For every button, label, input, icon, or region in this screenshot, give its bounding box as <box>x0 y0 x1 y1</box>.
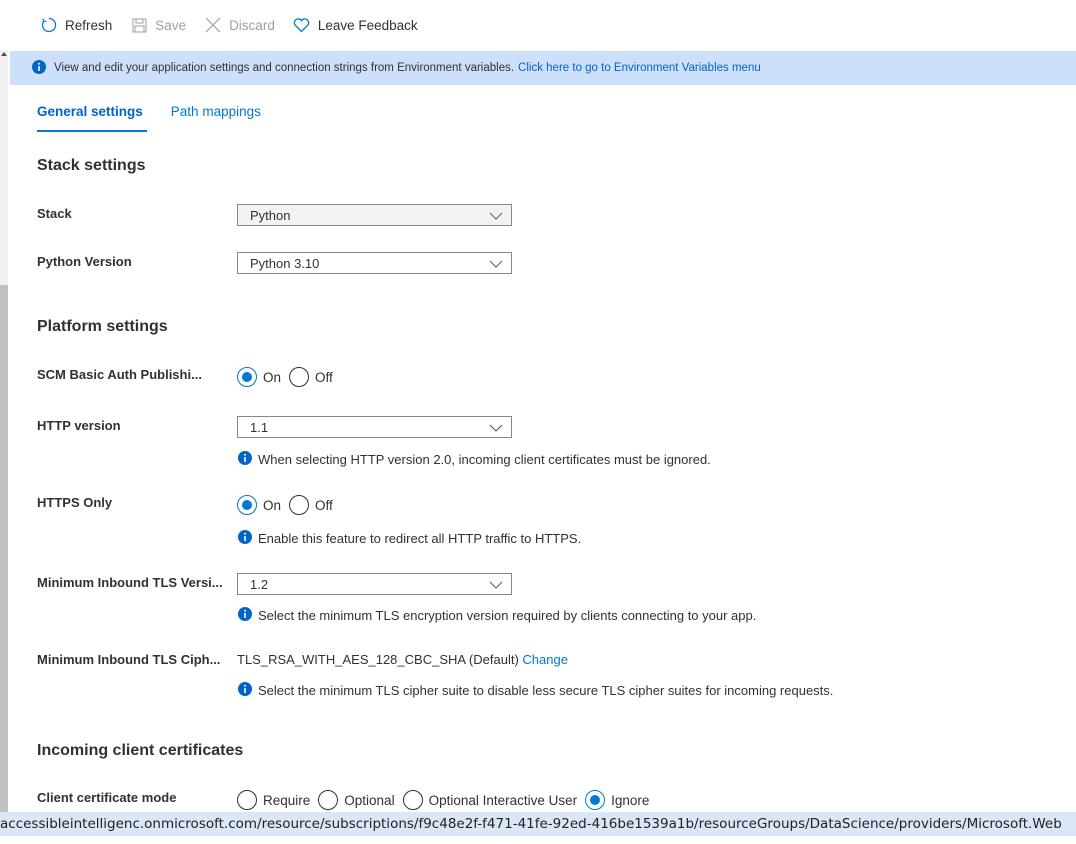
info-icon <box>238 451 252 468</box>
http-version-label: HTTP version <box>37 418 121 433</box>
stack-dropdown[interactable]: Python <box>237 204 512 226</box>
save-label: Save <box>155 17 187 33</box>
stack-settings-heading: Stack settings <box>37 157 146 174</box>
http-version-dropdown[interactable]: 1.1 <box>237 416 512 438</box>
info-icon <box>238 607 252 624</box>
leave-feedback-label: Leave Feedback <box>317 17 418 33</box>
hint-text: When selecting HTTP version 2.0, incomin… <box>258 452 711 467</box>
radio-label: On <box>263 369 282 385</box>
radio-selected-icon <box>585 790 606 810</box>
min-tls-version-hint: Select the minimum TLS encryption versio… <box>238 607 756 624</box>
info-icon <box>238 530 252 547</box>
stack-label: Stack <box>37 206 72 221</box>
client-cert-mode-radio-group: Require Optional Optional Interactive Us… <box>237 790 657 810</box>
banner-text: View and edit your application settings … <box>54 62 515 74</box>
min-tls-cipher-value: TLS_RSA_WITH_AES_128_CBC_SHA (Default) <box>237 652 519 667</box>
info-icon <box>238 682 252 699</box>
https-only-hint: Enable this feature to redirect all HTTP… <box>238 530 581 547</box>
command-bar: Refresh Save Discard Leave Feedback <box>0 0 1076 50</box>
settings-tabs: General settings Path mappings <box>37 92 289 134</box>
radio-selected-icon <box>237 367 257 387</box>
http-version-value: 1.1 <box>250 419 269 435</box>
radio-label: Require <box>263 792 311 808</box>
scm-basic-auth-label: SCM Basic Auth Publishi... <box>37 367 202 382</box>
scroll-up-arrow-icon[interactable] <box>0 50 8 58</box>
scm-on-radio[interactable]: On <box>237 367 281 387</box>
client-certificates-heading: Incoming client certificates <box>37 742 244 759</box>
chevron-down-icon <box>489 578 503 593</box>
chevron-down-icon <box>489 209 503 224</box>
radio-unselected-icon <box>289 495 310 515</box>
min-tls-version-dropdown[interactable]: 1.2 <box>237 573 512 595</box>
https-only-label: HTTPS Only <box>37 495 113 510</box>
hint-text: Select the minimum TLS encryption versio… <box>258 608 757 623</box>
python-version-value: Python 3.10 <box>250 255 320 271</box>
save-icon <box>130 16 148 34</box>
save-button[interactable]: Save <box>130 16 186 34</box>
chevron-down-icon <box>489 421 503 436</box>
tab-general-settings[interactable]: General settings <box>37 92 147 134</box>
http-version-hint: When selecting HTTP version 2.0, incomin… <box>238 451 711 468</box>
discard-label: Discard <box>229 17 275 33</box>
discard-button[interactable]: Discard <box>204 16 275 34</box>
hint-text: Select the minimum TLS cipher suite to d… <box>258 683 834 698</box>
client-cert-optional-interactive-radio[interactable]: Optional Interactive User <box>402 790 578 810</box>
environment-variables-link[interactable]: Click here to go to Environment Variable… <box>518 62 761 74</box>
client-cert-ignore-radio[interactable]: Ignore <box>585 790 649 810</box>
scrollbar-thumb[interactable] <box>0 285 8 812</box>
radio-label: Ignore <box>611 792 650 808</box>
radio-label: Off <box>315 497 333 513</box>
radio-unselected-icon <box>237 790 257 810</box>
leave-feedback-button[interactable]: Leave Feedback <box>293 16 418 34</box>
stack-value: Python <box>250 207 291 223</box>
radio-label: Optional <box>344 792 395 808</box>
status-bar-url: accessibleintelligenc.onmicrosoft.com/re… <box>0 812 1076 836</box>
heart-icon <box>293 16 311 34</box>
client-cert-require-radio[interactable]: Require <box>237 790 310 810</box>
radio-label: Optional Interactive User <box>428 792 578 808</box>
info-banner: View and edit your application settings … <box>10 51 1076 85</box>
hint-text: Enable this feature to redirect all HTTP… <box>258 531 582 546</box>
min-tls-version-label: Minimum Inbound TLS Versi... <box>37 575 223 590</box>
change-cipher-link[interactable]: Change <box>522 652 568 667</box>
radio-label: Off <box>315 369 333 385</box>
scm-basic-auth-radio-group: On Off <box>237 367 341 387</box>
scm-off-radio[interactable]: Off <box>289 367 333 387</box>
python-version-dropdown[interactable]: Python 3.10 <box>237 252 512 274</box>
radio-unselected-icon <box>318 790 339 810</box>
refresh-label: Refresh <box>65 17 113 33</box>
min-tls-cipher-value-row: TLS_RSA_WITH_AES_128_CBC_SHA (Default) C… <box>237 652 568 667</box>
min-tls-cipher-label: Minimum Inbound TLS Ciph... <box>37 652 221 667</box>
radio-unselected-icon <box>289 367 310 387</box>
https-only-off-radio[interactable]: Off <box>289 495 333 515</box>
close-icon <box>204 16 222 34</box>
chevron-down-icon <box>489 257 503 272</box>
client-cert-optional-radio[interactable]: Optional <box>318 790 395 810</box>
min-tls-cipher-hint: Select the minimum TLS cipher suite to d… <box>238 682 833 699</box>
platform-settings-heading: Platform settings <box>37 318 168 335</box>
https-only-on-radio[interactable]: On <box>237 495 281 515</box>
tab-path-mappings[interactable]: Path mappings <box>171 92 261 134</box>
radio-selected-icon <box>237 495 257 515</box>
radio-label: On <box>263 497 282 513</box>
refresh-icon <box>40 16 58 34</box>
radio-unselected-icon <box>402 790 423 810</box>
https-only-radio-group: On Off <box>237 495 341 515</box>
info-icon <box>32 59 46 77</box>
client-cert-mode-label: Client certificate mode <box>37 790 177 805</box>
refresh-button[interactable]: Refresh <box>40 16 112 34</box>
python-version-label: Python Version <box>37 254 132 269</box>
min-tls-version-value: 1.2 <box>250 576 269 592</box>
